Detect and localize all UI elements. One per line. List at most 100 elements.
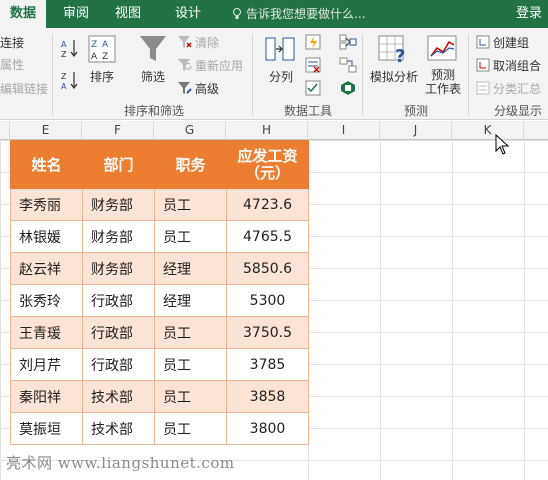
login-link[interactable]: 登录	[516, 0, 542, 28]
cell-department[interactable]: 行政部	[82, 348, 155, 381]
remove-duplicates-icon[interactable]	[305, 57, 321, 73]
cell-department[interactable]: 财务部	[82, 252, 155, 285]
cell-department[interactable]: 财务部	[82, 220, 155, 253]
cell-name[interactable]: 王青瑗	[10, 316, 83, 349]
ungroup-button[interactable]: 取消组合	[493, 57, 541, 74]
sort-descending-icon[interactable]: ZA	[61, 70, 79, 90]
header-cell-department[interactable]: 部门	[82, 140, 155, 189]
cell-position[interactable]: 员工	[154, 220, 227, 253]
gridline	[524, 140, 525, 480]
forecast-sheet-icon	[427, 35, 457, 61]
tell-me-box[interactable]: 告诉我您想要做什么...	[232, 0, 365, 28]
column-header-e[interactable]: E	[10, 121, 82, 140]
header-cell-position[interactable]: 职务	[154, 140, 227, 189]
cell-salary[interactable]: 5850.6	[226, 252, 309, 285]
manage-data-model-icon[interactable]	[339, 80, 357, 96]
cell-name[interactable]: 张秀玲	[10, 284, 83, 317]
cell-department[interactable]: 财务部	[82, 188, 155, 221]
filter-label: 筛选	[141, 70, 166, 84]
data-validation-icon[interactable]	[305, 80, 321, 96]
cell-name[interactable]: 秦阳祥	[10, 380, 83, 413]
gridline	[380, 140, 381, 480]
column-header-i[interactable]: I	[308, 121, 380, 140]
tab-view[interactable]: 视图	[108, 0, 148, 28]
cell-position[interactable]: 员工	[154, 348, 227, 381]
cell-position[interactable]: 员工	[154, 188, 227, 221]
svg-text:A: A	[102, 40, 109, 50]
svg-text:Z: Z	[91, 40, 97, 50]
group-separator	[468, 34, 469, 116]
sort-icon: ZA AZ	[88, 35, 116, 63]
consolidate-icon[interactable]	[339, 34, 357, 50]
cell-position[interactable]: 经理	[154, 252, 227, 285]
edit-links-button[interactable]: 编辑链接	[0, 80, 48, 97]
table-row: 王青瑗 行政部 员工 3750.5	[10, 316, 309, 349]
properties-button[interactable]: 属性	[0, 56, 24, 73]
tab-data[interactable]: 数据	[0, 0, 46, 28]
flash-fill-icon[interactable]	[305, 34, 321, 50]
cell-position[interactable]: 员工	[154, 380, 227, 413]
cell-salary[interactable]: 4723.6	[226, 188, 309, 221]
group-icon	[476, 35, 490, 49]
header-cell-name[interactable]: 姓名	[10, 140, 83, 189]
cell-salary[interactable]: 3800	[226, 412, 309, 445]
select-all-corner[interactable]	[0, 121, 10, 140]
cell-department[interactable]: 行政部	[82, 284, 155, 317]
cell-name[interactable]: 刘月芹	[10, 348, 83, 381]
cell-department[interactable]: 行政部	[82, 316, 155, 349]
cell-department[interactable]: 技术部	[82, 412, 155, 445]
clear-button[interactable]: 清除	[195, 34, 219, 51]
tab-review[interactable]: 审阅	[56, 0, 96, 28]
column-header-f[interactable]: F	[82, 121, 154, 140]
header-cell-salary[interactable]: 应发工资 （元）	[226, 140, 309, 189]
group-separator	[52, 34, 53, 116]
svg-text:?: ?	[395, 46, 405, 64]
cell-name[interactable]: 赵云祥	[10, 252, 83, 285]
cell-salary[interactable]: 3785	[226, 348, 309, 381]
column-header-g[interactable]: G	[154, 121, 226, 140]
group-button[interactable]: 创建组	[493, 34, 529, 51]
cell-position[interactable]: 员工	[154, 316, 227, 349]
table-row: 莫振垣 技术部 员工 3800	[10, 412, 309, 445]
ungroup-icon	[476, 58, 490, 72]
reapply-button[interactable]: 重新应用	[195, 57, 243, 74]
advanced-button[interactable]: 高级	[195, 80, 219, 97]
cell-salary[interactable]: 4765.5	[226, 220, 309, 253]
cell-salary[interactable]: 5300	[226, 284, 309, 317]
cell-position[interactable]: 经理	[154, 284, 227, 317]
relationships-icon[interactable]	[339, 57, 357, 73]
outline-group-label: 分级显示	[494, 104, 543, 118]
svg-text:Z: Z	[102, 52, 108, 62]
tab-design[interactable]: 设计	[162, 0, 214, 28]
svg-text:Z: Z	[61, 72, 67, 81]
column-header-j[interactable]: J	[380, 121, 452, 140]
ribbon-tab-bar: 数据 审阅 视图 设计 告诉我您想要做什么... 登录	[0, 0, 548, 28]
column-header-k[interactable]: K	[452, 121, 524, 140]
cell-name[interactable]: 林银媛	[10, 220, 83, 253]
subtotal-button[interactable]: 分类汇总	[493, 80, 541, 97]
table-header-row: 姓名 部门 职务 应发工资 （元）	[10, 140, 309, 189]
table-row: 刘月芹 行政部 员工 3785	[10, 348, 309, 381]
reapply-icon	[178, 59, 192, 71]
cell-department[interactable]: 技术部	[82, 380, 155, 413]
advanced-filter-icon	[178, 82, 192, 94]
cell-salary[interactable]: 3750.5	[226, 316, 309, 349]
text-to-columns-icon	[265, 37, 295, 61]
forecast-sheet-label: 预测 工作表	[425, 68, 462, 96]
column-header-h[interactable]: H	[226, 121, 308, 140]
cell-position[interactable]: 员工	[154, 412, 227, 445]
table-row: 张秀玲 行政部 经理 5300	[10, 284, 309, 317]
sort-label: 排序	[90, 70, 115, 84]
ribbon-panel: 连接 属性 编辑链接 AZ ZA ZA AZ 排序 筛选 清除 重新应用 高级 …	[0, 28, 548, 120]
cell-salary[interactable]: 3858	[226, 380, 309, 413]
svg-text:A: A	[61, 82, 67, 90]
cell-name[interactable]: 莫振垣	[10, 412, 83, 445]
clear-filter-icon	[178, 36, 192, 48]
group-separator	[362, 34, 363, 116]
funnel-icon	[140, 36, 166, 61]
forecast-group-label: 预测	[404, 104, 429, 118]
sort-ascending-icon[interactable]: AZ	[61, 38, 79, 58]
table-row: 林银媛 财务部 员工 4765.5	[10, 220, 309, 253]
connections-button[interactable]: 连接	[0, 34, 24, 51]
cell-name[interactable]: 李秀丽	[10, 188, 83, 221]
